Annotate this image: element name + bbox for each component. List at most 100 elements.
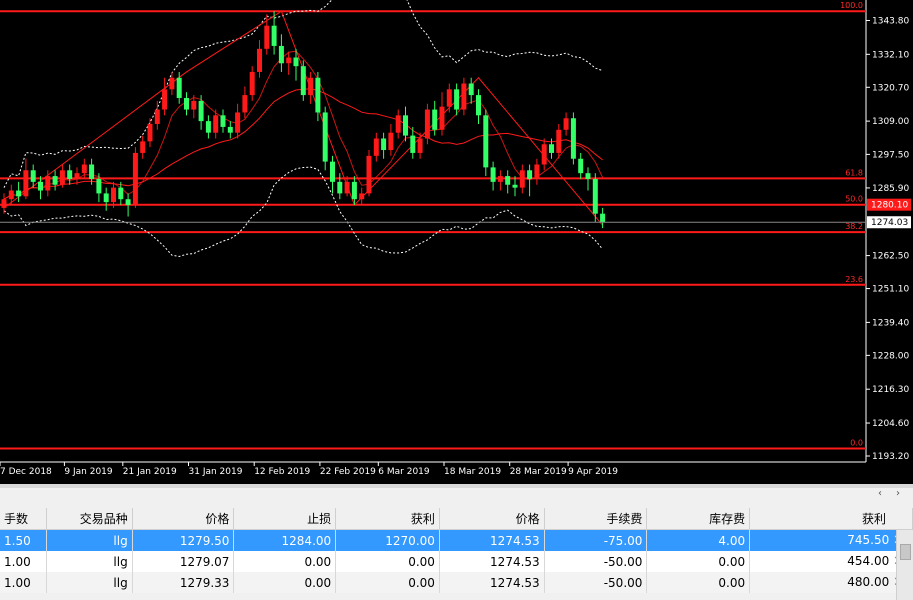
- table-row[interactable]: 1.50 llg 1279.50 1284.00 1270.00 1274.53…: [0, 529, 913, 551]
- bull-candle: [191, 100, 197, 110]
- bull-candle: [424, 109, 430, 139]
- price-axis-label: 1285.90: [872, 184, 909, 194]
- bear-candle: [468, 83, 474, 96]
- bull-candle: [162, 89, 168, 110]
- bear-candle: [96, 178, 102, 194]
- bear-candle: [227, 126, 233, 133]
- col-current-price[interactable]: 价格: [439, 508, 545, 530]
- bull-candle: [235, 112, 241, 133]
- col-commission[interactable]: 手续费: [544, 508, 648, 530]
- cell-current-price: 1274.53: [439, 572, 545, 593]
- bull-candle: [59, 170, 65, 185]
- price-axis-label: 1228.00: [872, 351, 909, 361]
- fib-level-label: 38.2: [845, 222, 863, 231]
- bull-candle: [111, 187, 116, 203]
- bear-candle: [570, 118, 576, 159]
- bear-candle: [38, 181, 43, 191]
- stop-price-tag-label: 1280.10: [871, 201, 908, 211]
- profit-value: 745.50: [847, 533, 890, 547]
- price-axis-label: 1204.60: [872, 419, 909, 429]
- bollinger-lower-band: [3, 166, 603, 258]
- price-axis-label: 1309.00: [872, 117, 909, 127]
- bull-candle: [242, 95, 248, 113]
- fib-level-label: 61.8: [845, 168, 863, 177]
- cell-open-price: 1279.50: [132, 529, 235, 551]
- bull-candle: [74, 173, 80, 179]
- bull-candle: [264, 25, 270, 49]
- date-axis-label: 7 Dec 2018: [0, 467, 52, 477]
- bear-candle: [549, 144, 554, 153]
- col-take-profit[interactable]: 获利: [335, 508, 440, 530]
- bear-candle: [476, 95, 481, 116]
- price-axis-label: 1193.20: [872, 452, 909, 462]
- bull-candle: [249, 71, 255, 96]
- cell-swap: 0.00: [646, 572, 751, 593]
- col-volume[interactable]: 手数: [0, 508, 48, 530]
- col-swap[interactable]: 库存费: [646, 508, 751, 530]
- bull-candle: [461, 83, 467, 110]
- cell-stop-loss: 0.00: [233, 551, 337, 572]
- cell-take-profit: 0.00: [335, 572, 440, 593]
- bull-candle: [308, 77, 314, 96]
- bear-candle: [205, 121, 211, 133]
- bear-candle: [337, 181, 343, 194]
- bear-candle: [125, 199, 131, 205]
- cell-volume: 1.00: [0, 572, 48, 593]
- bear-candle: [600, 213, 606, 223]
- bull-candle: [417, 138, 423, 153]
- price-axis-label: 1343.80: [872, 16, 909, 26]
- bear-candle: [505, 176, 511, 185]
- bull-candle: [147, 124, 153, 142]
- bull-candle: [563, 118, 569, 130]
- chart-canvas[interactable]: 100.0 61.8 50.0 38.2 23.6 0.0 1343.80 1332.10 13…: [0, 0, 913, 484]
- fib-level-label: 0.0: [850, 438, 863, 447]
- cell-symbol: llg: [46, 572, 133, 593]
- bull-candle: [534, 164, 540, 179]
- date-axis-label: 31 Jan 2019: [189, 467, 243, 477]
- cell-commission: -50.00: [544, 572, 648, 593]
- bear-candle: [293, 57, 299, 67]
- table-scrollbar[interactable]: [896, 530, 913, 600]
- col-symbol[interactable]: 交易品种: [46, 508, 133, 530]
- bull-candle: [541, 144, 547, 165]
- cell-symbol: llg: [46, 551, 133, 572]
- price-chart[interactable]: 100.0 61.8 50.0 38.2 23.6 0.0 1343.80 1332.10 13…: [0, 0, 913, 484]
- cell-take-profit: 0.00: [335, 551, 440, 572]
- bear-candle: [403, 115, 408, 136]
- date-axis-label: 9 Jan 2019: [64, 467, 112, 477]
- bull-candle: [132, 152, 138, 205]
- bear-candle: [300, 66, 306, 96]
- scroll-right-icon[interactable]: ›: [896, 488, 900, 500]
- bear-candle: [118, 187, 124, 200]
- bear-candle: [454, 89, 460, 110]
- cell-symbol: llg: [46, 529, 133, 551]
- table-row[interactable]: 1.00 llg 1279.07 0.00 0.00 1274.53 -50.0…: [0, 551, 913, 572]
- cell-commission: -75.00: [544, 529, 648, 551]
- col-stop-loss[interactable]: 止损: [233, 508, 337, 530]
- col-profit[interactable]: 获利: [749, 508, 913, 530]
- date-axis-label: 22 Feb 2019: [320, 467, 376, 477]
- moving-average-line: [3, 88, 603, 200]
- price-axis-label: 1251.10: [872, 285, 909, 295]
- bear-candle: [198, 100, 204, 122]
- bear-candle: [16, 190, 22, 197]
- cell-volume: 1.00: [0, 551, 48, 572]
- bear-candle: [30, 170, 36, 182]
- date-axis-label: 28 Mar 2019: [510, 467, 567, 477]
- bull-candle: [169, 77, 175, 90]
- bull-candle: [286, 57, 292, 64]
- bull-candle: [373, 138, 379, 156]
- bear-candle: [52, 176, 58, 185]
- bull-candle: [388, 132, 394, 151]
- table-header: 手数 交易品种 价格 止损 获利 价格 手续费 库存费 获利: [0, 508, 913, 530]
- bull-candle: [556, 129, 562, 153]
- col-open-price[interactable]: 价格: [132, 508, 235, 530]
- scrollbar-thumb[interactable]: [900, 544, 911, 560]
- trade-panel: ‹ › 手数 交易品种 价格 止损 获利 价格 手续费 库存费 获利 1.50: [0, 488, 913, 600]
- bear-candle: [592, 178, 598, 214]
- bull-candle: [213, 115, 219, 133]
- bull-candle: [23, 170, 29, 197]
- date-axis-label: 21 Jan 2019: [123, 467, 177, 477]
- table-row[interactable]: 1.00 llg 1279.33 0.00 0.00 1274.53 -50.0…: [0, 572, 913, 593]
- scroll-left-icon[interactable]: ‹: [878, 488, 882, 500]
